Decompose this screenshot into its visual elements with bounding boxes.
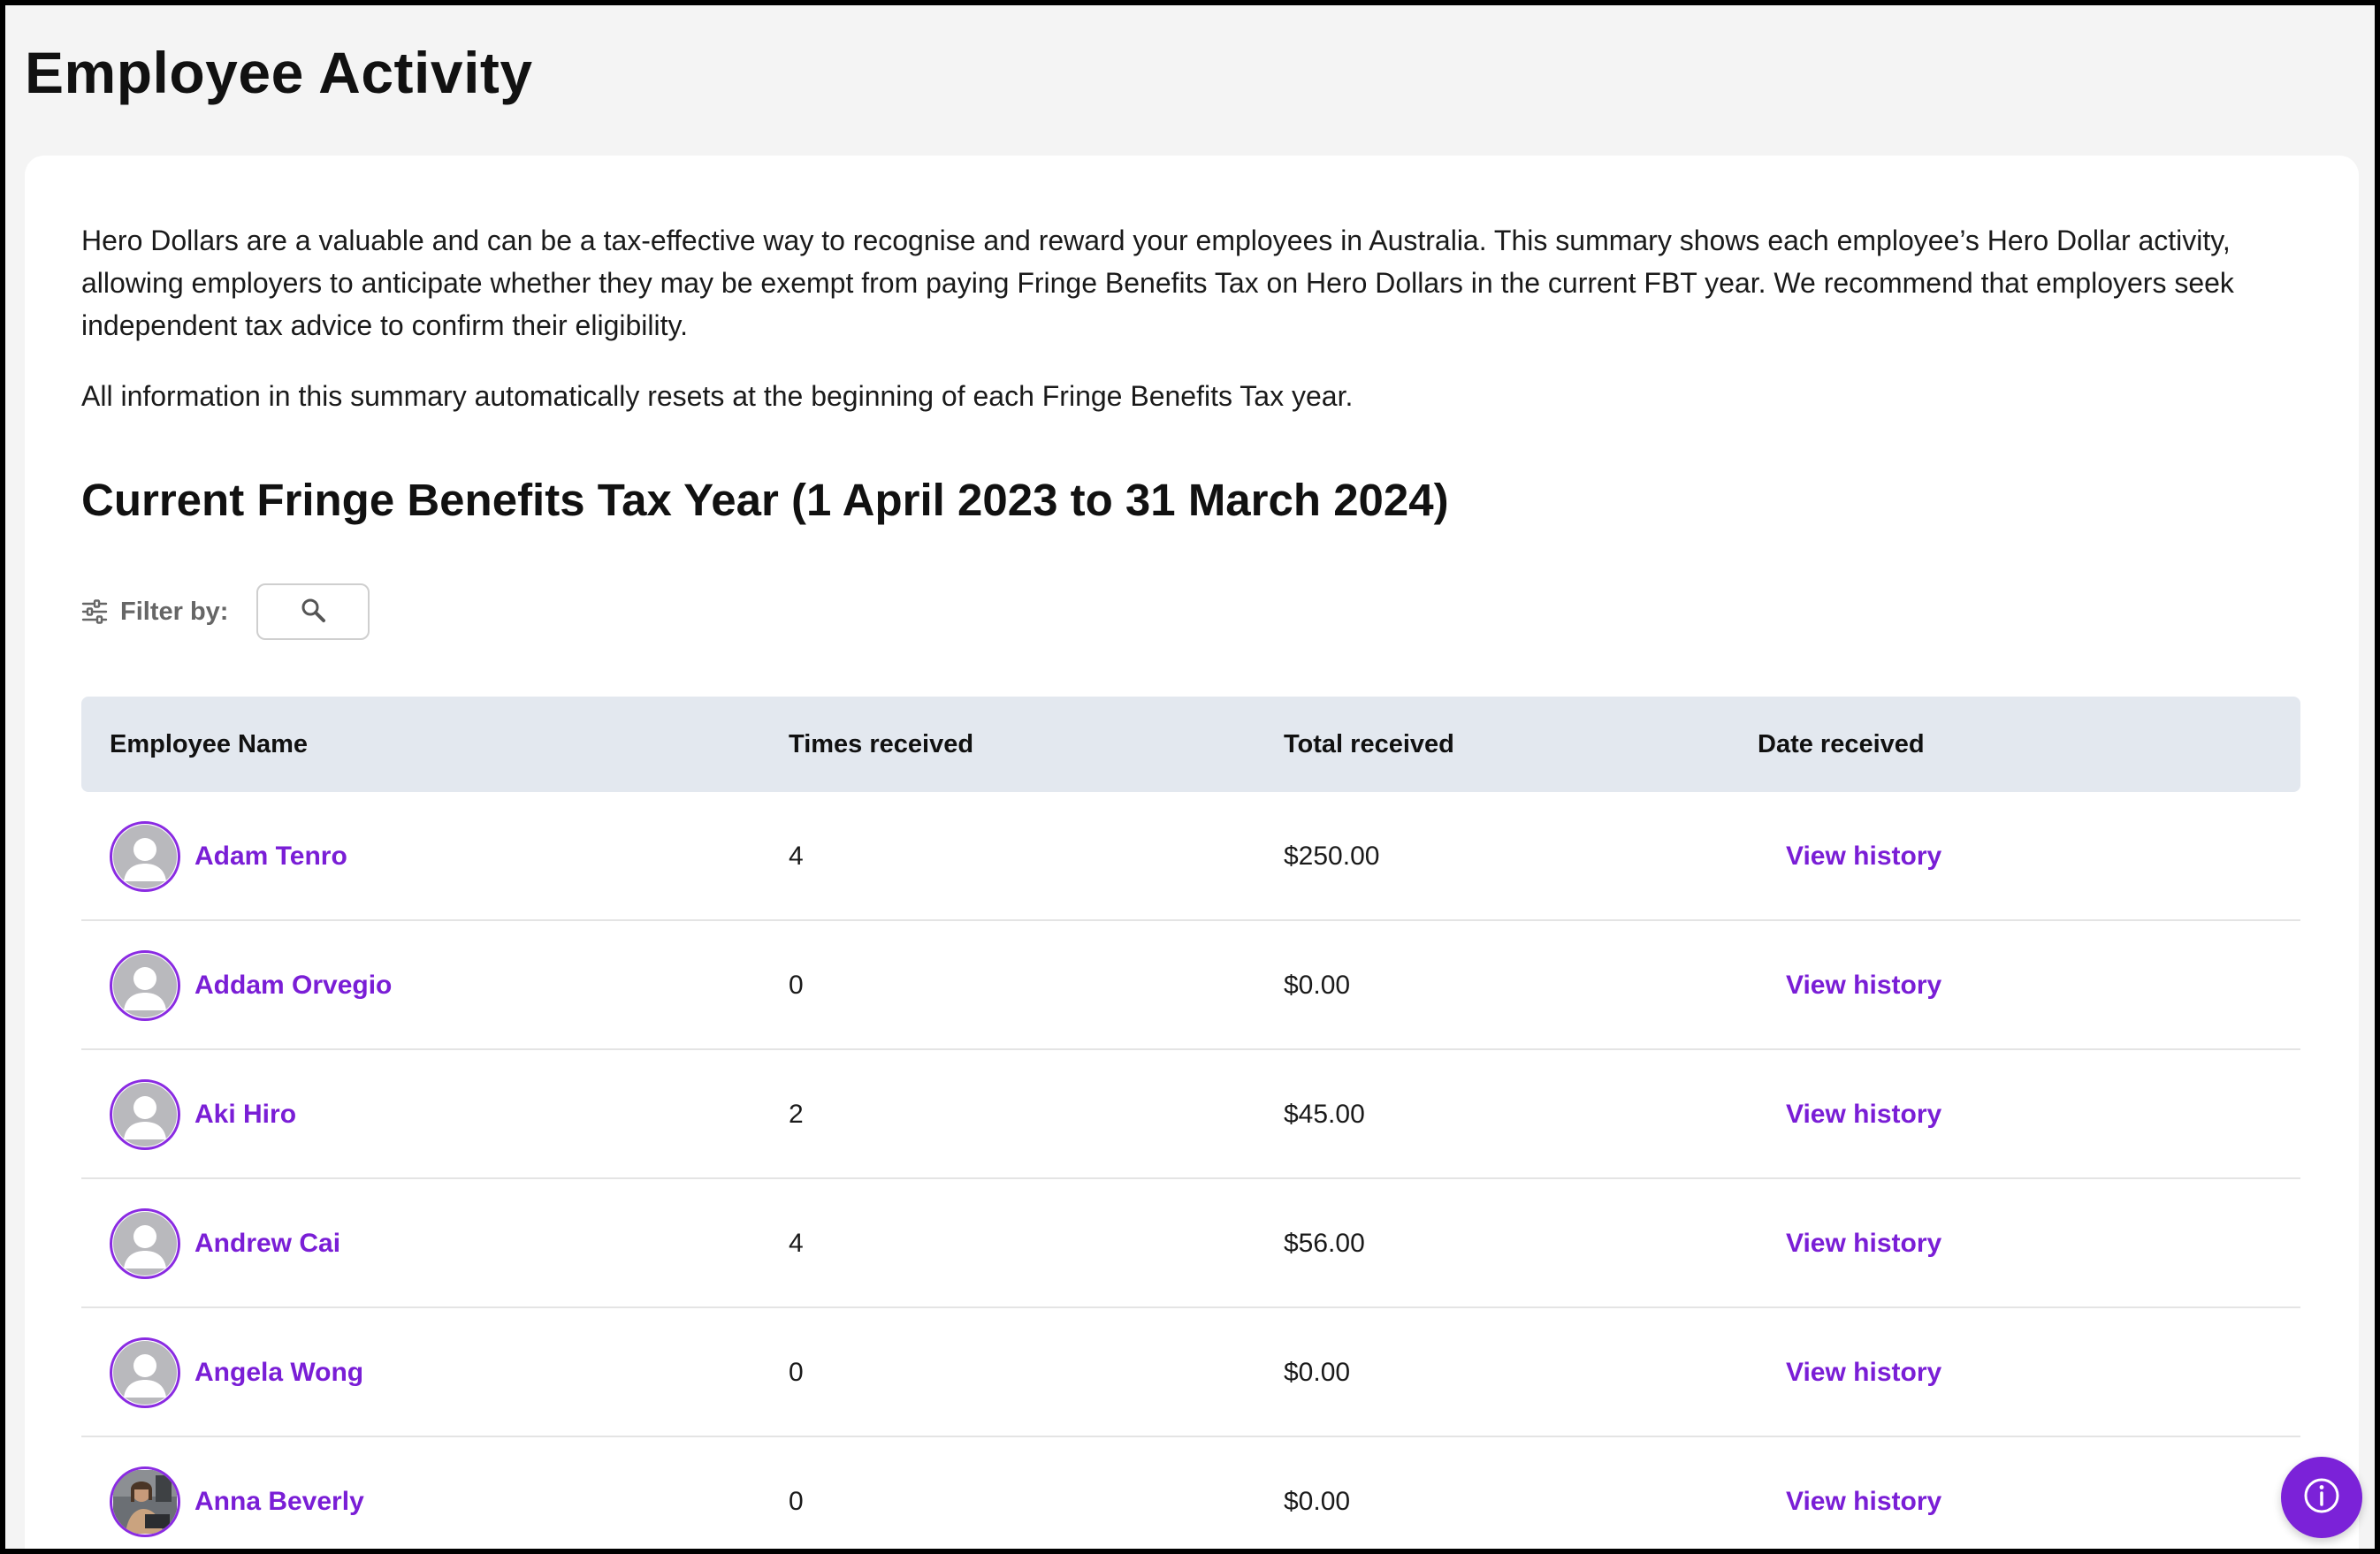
employee-cell: Andrew Cai xyxy=(110,1179,340,1308)
column-header-name[interactable]: Employee Name xyxy=(110,697,308,792)
sliders-icon xyxy=(81,598,108,625)
table-row: Andrew Cai 4 $56.00 View history xyxy=(81,1179,2300,1308)
search-icon xyxy=(299,596,327,628)
date-received-cell: View history xyxy=(1758,1050,1941,1179)
avatar[interactable] xyxy=(110,1337,180,1408)
times-received: 2 xyxy=(789,1100,804,1129)
times-received: 4 xyxy=(789,1229,804,1258)
times-received: 4 xyxy=(789,842,804,871)
column-header-date[interactable]: Date received xyxy=(1758,697,1925,792)
date-received-cell: View history xyxy=(1758,921,1941,1050)
employee-table: Employee Name Times received Total recei… xyxy=(81,697,2300,1549)
employee-cell: Angela Wong xyxy=(110,1308,363,1437)
total-received: $56.00 xyxy=(1284,1229,1365,1258)
view-history-link[interactable]: View history xyxy=(1786,1229,1941,1259)
total-received: $250.00 xyxy=(1284,842,1380,871)
avatar[interactable] xyxy=(110,1079,180,1150)
info-button[interactable] xyxy=(2281,1457,2362,1538)
total-received: $0.00 xyxy=(1284,971,1351,1000)
view-history-link[interactable]: View history xyxy=(1786,1100,1941,1130)
employee-cell: Addam Orvegio xyxy=(110,921,392,1050)
times-received: 0 xyxy=(789,1487,804,1516)
total-received: $0.00 xyxy=(1284,1487,1351,1516)
table-row: Addam Orvegio 0 $0.00 View history xyxy=(81,921,2300,1050)
employee-cell: Aki Hiro xyxy=(110,1050,296,1179)
employee-cell: Adam Tenro xyxy=(110,792,347,921)
filter-bar: Filter by: xyxy=(81,583,370,640)
employee-name-link[interactable]: Addam Orvegio xyxy=(195,971,392,1001)
avatar[interactable] xyxy=(110,821,180,892)
view-history-link[interactable]: View history xyxy=(1786,1487,1941,1517)
date-received-cell: View history xyxy=(1758,1308,1941,1437)
date-received-cell: View history xyxy=(1758,1437,1941,1549)
avatar[interactable] xyxy=(110,950,180,1021)
reset-note: All information in this summary automati… xyxy=(81,380,1354,412)
app-frame: Employee Activity Hero Dollars are a val… xyxy=(5,5,2375,1549)
view-history-link[interactable]: View history xyxy=(1786,971,1941,1001)
employee-name-link[interactable]: Adam Tenro xyxy=(195,842,347,872)
search-input[interactable] xyxy=(256,583,370,640)
total-received: $45.00 xyxy=(1284,1100,1365,1129)
section-title: Current Fringe Benefits Tax Year (1 Apri… xyxy=(81,475,1449,525)
employee-name-link[interactable]: Angela Wong xyxy=(195,1358,363,1388)
employee-name-link[interactable]: Aki Hiro xyxy=(195,1100,296,1130)
table-header: Employee Name Times received Total recei… xyxy=(81,697,2300,792)
table-body: Adam Tenro 4 $250.00 View history Addam Orve… xyxy=(81,792,2300,1549)
table-row: Aki Hiro 2 $45.00 View history xyxy=(81,1050,2300,1179)
table-row: Anna Beverly 0 $0.00 View history xyxy=(81,1437,2300,1549)
table-row: Adam Tenro 4 $250.00 View history xyxy=(81,792,2300,921)
table-row: Angela Wong 0 $0.00 View history xyxy=(81,1308,2300,1437)
filter-label: Filter by: xyxy=(120,597,229,626)
employee-name-link[interactable]: Andrew Cai xyxy=(195,1229,340,1259)
date-received-cell: View history xyxy=(1758,792,1941,921)
avatar[interactable] xyxy=(110,1208,180,1279)
page-title: Employee Activity xyxy=(25,40,533,105)
view-history-link[interactable]: View history xyxy=(1786,1358,1941,1388)
avatar[interactable] xyxy=(110,1466,180,1537)
view-history-link[interactable]: View history xyxy=(1786,842,1941,872)
times-received: 0 xyxy=(789,971,804,1000)
employee-cell: Anna Beverly xyxy=(110,1437,364,1549)
total-received: $0.00 xyxy=(1284,1358,1351,1387)
info-icon xyxy=(2300,1474,2343,1521)
times-received: 0 xyxy=(789,1358,804,1387)
column-header-total[interactable]: Total received xyxy=(1284,697,1454,792)
content-card: Hero Dollars are a valuable and can be a… xyxy=(25,156,2359,1549)
intro-paragraph: Hero Dollars are a valuable and can be a… xyxy=(81,225,2234,341)
date-received-cell: View history xyxy=(1758,1179,1941,1308)
column-header-times[interactable]: Times received xyxy=(789,697,973,792)
employee-name-link[interactable]: Anna Beverly xyxy=(195,1487,364,1517)
